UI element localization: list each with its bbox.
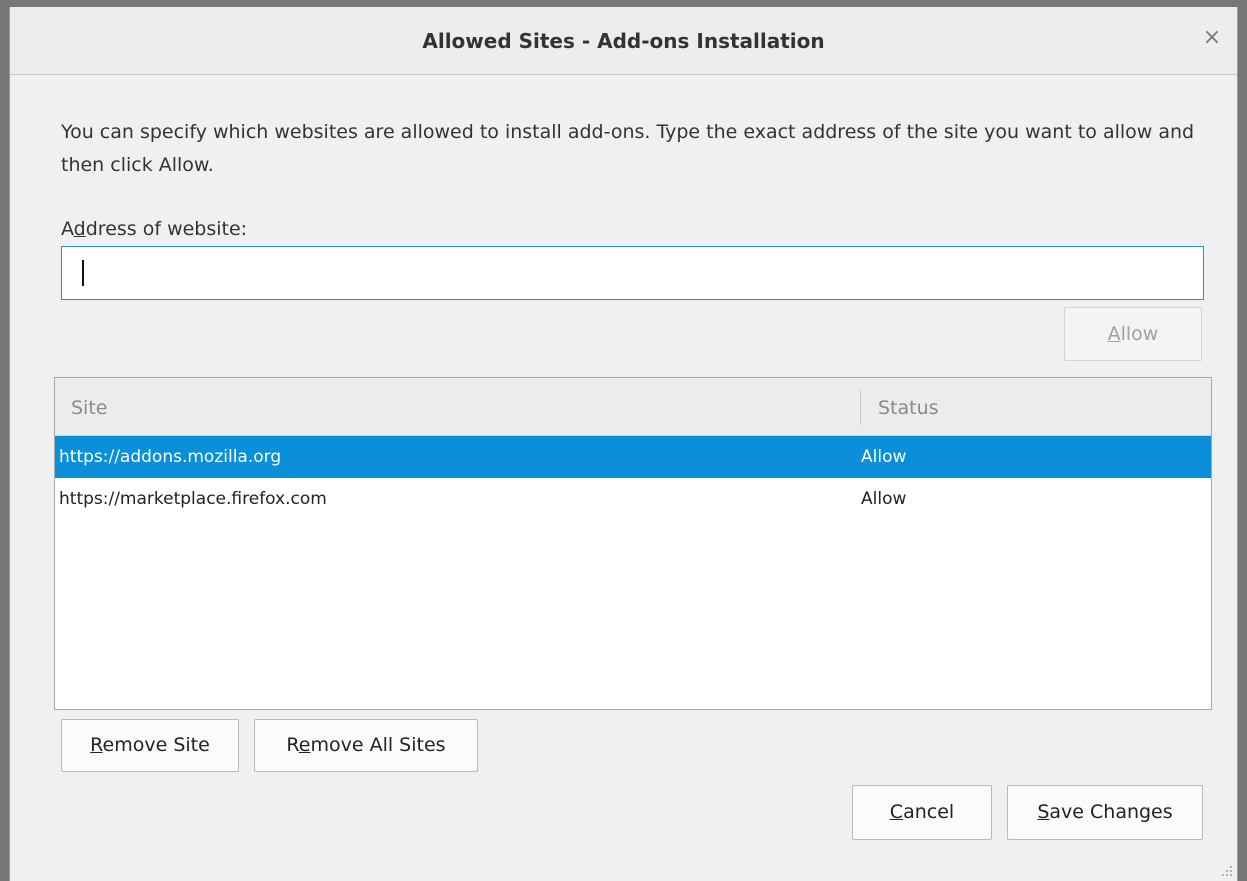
remove-site-label: emove Site bbox=[102, 734, 210, 756]
site-cell: https://marketplace.firefox.com bbox=[59, 489, 327, 509]
column-header-site[interactable]: Site bbox=[71, 397, 107, 419]
column-divider[interactable] bbox=[860, 389, 861, 425]
close-icon[interactable]: × bbox=[1201, 25, 1223, 51]
table-row[interactable]: https://addons.mozilla.org Allow bbox=[55, 436, 1211, 478]
address-input[interactable] bbox=[61, 246, 1204, 300]
remove-site-mnemonic: R bbox=[90, 734, 103, 756]
status-cell: Allow bbox=[861, 447, 907, 467]
status-cell: Allow bbox=[861, 489, 907, 509]
table-row[interactable]: https://marketplace.firefox.com Allow bbox=[55, 478, 1211, 520]
remove-all-label: move All Sites bbox=[310, 734, 446, 756]
dialog-titlebar: Allowed Sites - Add-ons Installation × bbox=[10, 7, 1237, 75]
allow-button[interactable]: Allow bbox=[1064, 307, 1202, 361]
address-label-mnemonic: d bbox=[73, 218, 86, 240]
remove-all-mnemonic: e bbox=[298, 734, 311, 756]
dialog-description: You can specify which websites are allow… bbox=[61, 121, 1195, 176]
cancel-mnemonic: C bbox=[889, 801, 904, 823]
remove-site-button[interactable]: Remove Site bbox=[61, 719, 239, 772]
cancel-label: ancel bbox=[903, 801, 955, 823]
table-header: Site Status bbox=[55, 378, 1211, 436]
save-mnemonic: S bbox=[1037, 801, 1050, 823]
save-label: ave Changes bbox=[1049, 801, 1173, 823]
resize-grip-icon[interactable] bbox=[1221, 865, 1233, 877]
cancel-button[interactable]: Cancel bbox=[852, 785, 992, 840]
sites-table[interactable]: Site Status https://addons.mozilla.org A… bbox=[54, 377, 1212, 710]
remove-all-sites-button[interactable]: Remove All Sites bbox=[254, 719, 478, 772]
address-label: Address of website: bbox=[61, 218, 247, 240]
allow-button-mnemonic: A bbox=[1107, 323, 1121, 345]
text-caret bbox=[82, 260, 84, 286]
allow-button-label: llow bbox=[1120, 323, 1159, 345]
dialog-title: Allowed Sites - Add-ons Installation bbox=[422, 29, 825, 53]
address-label-post: dress of website: bbox=[85, 218, 248, 240]
allowed-sites-dialog: Allowed Sites - Add-ons Installation × Y… bbox=[9, 7, 1238, 881]
site-cell: https://addons.mozilla.org bbox=[59, 447, 282, 467]
address-label-pre: A bbox=[61, 218, 74, 240]
save-changes-button[interactable]: Save Changes bbox=[1007, 785, 1203, 840]
column-header-status[interactable]: Status bbox=[878, 397, 939, 419]
remove-all-pre: R bbox=[286, 734, 299, 756]
